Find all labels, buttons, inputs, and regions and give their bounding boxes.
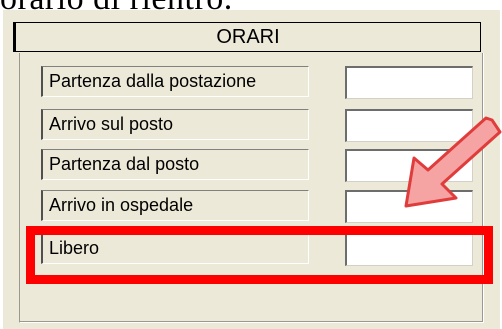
label-partenza-postazione: Partenza dalla postazione bbox=[41, 66, 309, 97]
label-arrivo-sul-posto: Arrivo sul posto bbox=[41, 109, 309, 140]
panel-header-title: ORARI bbox=[216, 25, 280, 48]
label-partenza-dal-posto: Partenza dal posto bbox=[41, 149, 309, 180]
partenza-postazione-field[interactable] bbox=[345, 66, 473, 99]
panel-header: ORARI bbox=[13, 22, 481, 52]
label-arrivo-in-ospedale: Arrivo in ospedale bbox=[41, 190, 309, 221]
pointer-arrow-icon bbox=[404, 116, 502, 208]
highlight-frame bbox=[26, 226, 493, 284]
